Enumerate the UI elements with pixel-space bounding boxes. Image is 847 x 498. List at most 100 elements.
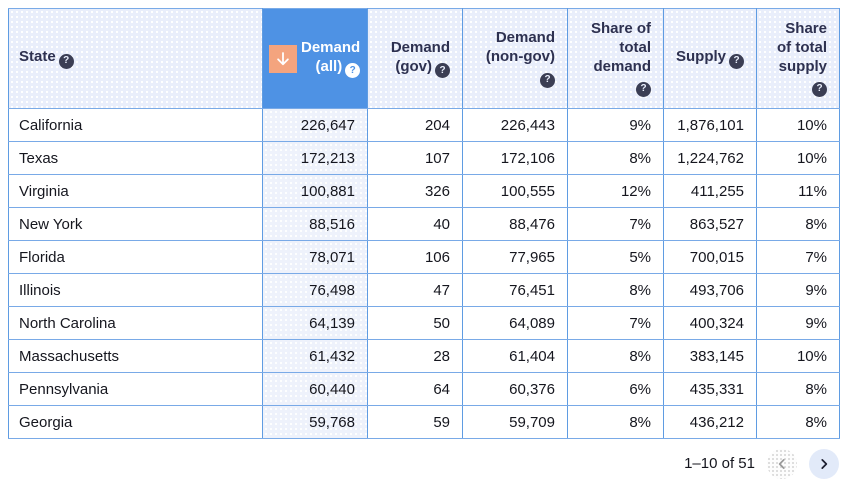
cell-share-supply: 9% (756, 273, 840, 307)
table-row: California 226,647 204 226,443 9% 1,876,… (8, 108, 840, 142)
cell-demand-gov: 106 (367, 240, 463, 274)
help-icon[interactable]: ? (435, 63, 450, 79)
table-row: New York 88,516 40 88,476 7% 863,527 8% (8, 207, 840, 241)
state-demand-supply-table: State? Demand (all)? Demand (gov)? Deman… (8, 8, 840, 439)
cell-demand-all: 172,213 (262, 141, 368, 175)
help-icon[interactable]: ? (58, 53, 74, 69)
pagination: 1–10 of 51 (8, 439, 839, 480)
cell-supply: 436,212 (663, 405, 757, 439)
column-header-share-supply[interactable]: Share of total supply? (756, 8, 840, 109)
cell-demand-nongov: 76,451 (462, 273, 568, 307)
sort-descending-icon[interactable] (269, 44, 297, 73)
sorted-header-content: Demand (all)? (269, 39, 361, 79)
cell-share-supply: 7% (756, 240, 840, 274)
column-label-share-demand: Share of total demand (590, 20, 651, 75)
column-header-demand-gov[interactable]: Demand (gov)? (367, 8, 463, 109)
cell-state: Illinois (8, 273, 263, 307)
column-header-demand-nongov[interactable]: Demand (non-gov)? (462, 8, 568, 109)
help-icon[interactable]: ? (729, 53, 745, 69)
cell-share-demand: 6% (567, 372, 664, 406)
cell-demand-all: 88,516 (262, 207, 368, 241)
cell-share-demand: 8% (567, 273, 664, 307)
cell-share-supply: 8% (756, 207, 840, 241)
cell-demand-nongov: 77,965 (462, 240, 568, 274)
chevron-right-icon (817, 457, 831, 471)
cell-demand-all: 100,881 (262, 174, 368, 208)
cell-demand-all: 59,768 (262, 405, 368, 439)
cell-supply: 1,876,101 (663, 108, 757, 142)
page: State? Demand (all)? Demand (gov)? Deman… (0, 0, 847, 488)
cell-demand-nongov: 61,404 (462, 339, 568, 373)
table-body: California 226,647 204 226,443 9% 1,876,… (8, 108, 840, 439)
cell-state: North Carolina (8, 306, 263, 340)
help-icon[interactable]: ? (345, 63, 361, 79)
cell-share-supply: 10% (756, 339, 840, 373)
help-icon[interactable]: ? (540, 72, 555, 88)
table-row: Pennsylvania 60,440 64 60,376 6% 435,331… (8, 372, 840, 406)
cell-state: Massachusetts (8, 339, 263, 373)
cell-share-supply: 11% (756, 174, 840, 208)
cell-demand-nongov: 88,476 (462, 207, 568, 241)
cell-demand-all: 226,647 (262, 108, 368, 142)
cell-demand-all: 76,498 (262, 273, 368, 307)
cell-demand-nongov: 59,709 (462, 405, 568, 439)
cell-supply: 493,706 (663, 273, 757, 307)
column-label-demand-all: Demand (all)? (301, 39, 361, 79)
column-header-state[interactable]: State? (8, 8, 263, 109)
column-label-supply: Supply (676, 48, 727, 66)
cell-share-demand: 8% (567, 339, 664, 373)
prev-page-button[interactable] (767, 448, 797, 479)
cell-demand-gov: 64 (367, 372, 463, 406)
cell-demand-gov: 28 (367, 339, 463, 373)
column-label-state: State (19, 48, 56, 66)
cell-share-demand: 7% (567, 207, 664, 241)
cell-demand-gov: 204 (367, 108, 463, 142)
cell-share-supply: 9% (756, 306, 840, 340)
column-label-demand-nongov: Demand (non-gov) (485, 29, 555, 66)
cell-state: New York (8, 207, 263, 241)
cell-supply: 400,324 (663, 306, 757, 340)
cell-demand-all: 60,440 (262, 372, 368, 406)
column-header-demand-all[interactable]: Demand (all)? (262, 8, 368, 109)
cell-demand-gov: 59 (367, 405, 463, 439)
cell-supply: 435,331 (663, 372, 757, 406)
cell-share-demand: 12% (567, 174, 664, 208)
cell-demand-gov: 40 (367, 207, 463, 241)
cell-share-demand: 5% (567, 240, 664, 274)
cell-share-demand: 8% (567, 405, 664, 439)
column-header-supply[interactable]: Supply? (663, 8, 757, 109)
cell-demand-nongov: 64,089 (462, 306, 568, 340)
next-page-button[interactable] (809, 448, 839, 479)
table-row: Georgia 59,768 59 59,709 8% 436,212 8% (8, 405, 840, 439)
table-row: Texas 172,213 107 172,106 8% 1,224,762 1… (8, 141, 840, 175)
table-row: Virginia 100,881 326 100,555 12% 411,255… (8, 174, 840, 208)
cell-supply: 1,224,762 (663, 141, 757, 175)
help-icon[interactable]: ? (636, 82, 651, 97)
cell-state: California (8, 108, 263, 142)
cell-state: Georgia (8, 405, 263, 439)
cell-share-supply: 10% (756, 108, 840, 142)
cell-demand-gov: 326 (367, 174, 463, 208)
chevron-left-icon (775, 457, 789, 471)
cell-supply: 700,015 (663, 240, 757, 274)
cell-demand-nongov: 226,443 (462, 108, 568, 142)
pagination-range: 1–10 of 51 (684, 455, 755, 472)
help-icon[interactable]: ? (812, 82, 827, 97)
cell-share-demand: 9% (567, 108, 664, 142)
cell-demand-nongov: 172,106 (462, 141, 568, 175)
column-label-share-supply: Share of total supply (777, 20, 827, 75)
column-header-share-demand[interactable]: Share of total demand? (567, 8, 664, 109)
cell-demand-all: 78,071 (262, 240, 368, 274)
cell-state: Florida (8, 240, 263, 274)
header-row: State? Demand (all)? Demand (gov)? Deman… (8, 8, 840, 109)
table-row: Illinois 76,498 47 76,451 8% 493,706 9% (8, 273, 840, 307)
cell-state: Virginia (8, 174, 263, 208)
cell-demand-gov: 47 (367, 273, 463, 307)
cell-supply: 863,527 (663, 207, 757, 241)
cell-supply: 411,255 (663, 174, 757, 208)
cell-demand-all: 61,432 (262, 339, 368, 373)
table-row: North Carolina 64,139 50 64,089 7% 400,3… (8, 306, 840, 340)
cell-share-demand: 7% (567, 306, 664, 340)
cell-demand-nongov: 100,555 (462, 174, 568, 208)
cell-supply: 383,145 (663, 339, 757, 373)
